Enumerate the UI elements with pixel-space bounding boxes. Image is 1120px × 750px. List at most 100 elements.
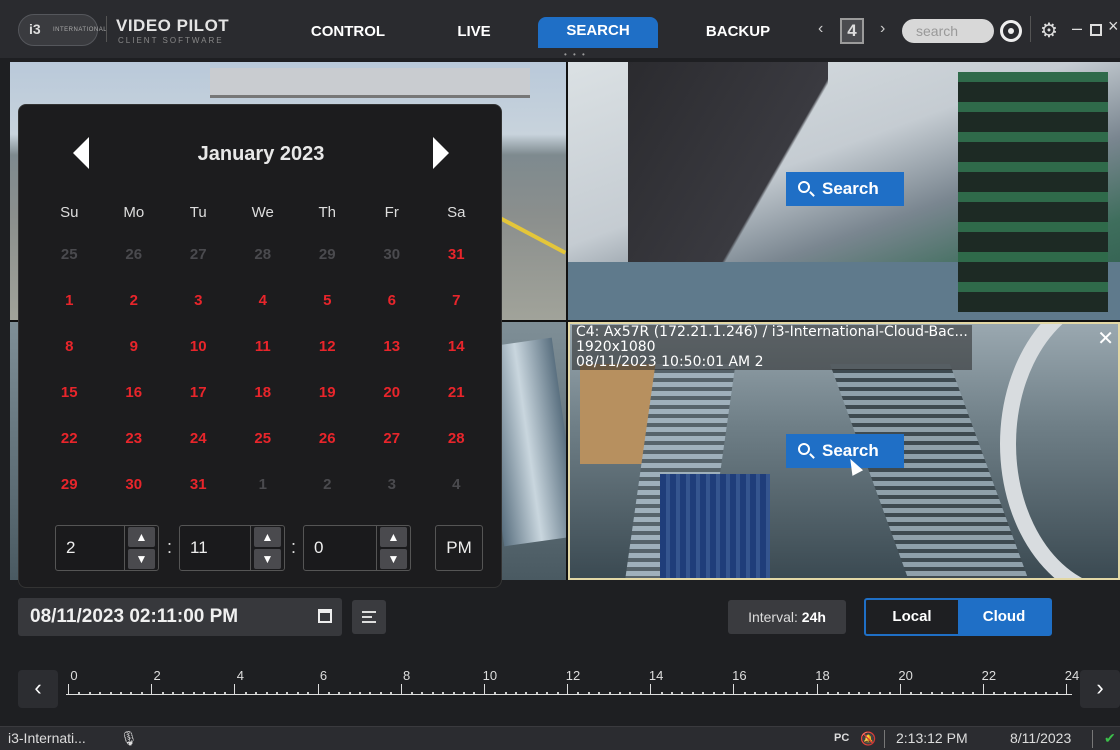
calendar-icon[interactable] <box>318 609 332 623</box>
calendar-day[interactable]: 9 <box>102 335 167 359</box>
timeline-minor-tick <box>951 692 954 694</box>
calendar-day[interactable]: 23 <box>102 427 167 451</box>
calendar-day[interactable]: 24 <box>166 427 231 451</box>
calendar-day[interactable]: 15 <box>37 381 102 405</box>
calendar-day[interactable]: 16 <box>102 381 167 405</box>
calendar-day[interactable]: 5 <box>295 289 360 313</box>
calendar-day[interactable]: 7 <box>424 289 489 313</box>
hour-value[interactable]: 2 <box>66 538 75 558</box>
hour-up-icon[interactable]: ▲ <box>128 527 155 547</box>
timeline-tick <box>816 684 818 694</box>
record-target-icon[interactable] <box>1000 20 1022 42</box>
timeline-minor-tick <box>598 692 601 694</box>
calendar-day[interactable]: 31 <box>424 243 489 267</box>
calendar-day[interactable]: 4 <box>231 289 296 313</box>
calendar-day[interactable]: 8 <box>37 335 102 359</box>
calendar-day[interactable]: 1 <box>231 473 296 497</box>
second-spinner[interactable]: 0 ▲ ▼ <box>303 525 411 571</box>
event-list-button[interactable] <box>352 600 386 634</box>
minute-value[interactable]: 11 <box>190 538 208 558</box>
hour-spinner[interactable]: 2 ▲ ▼ <box>55 525 159 571</box>
tab-live[interactable]: LIVE <box>436 18 512 46</box>
calendar-day[interactable]: 18 <box>231 381 296 405</box>
calendar-day[interactable]: 12 <box>295 335 360 359</box>
timeline-minor-tick <box>244 692 247 694</box>
timeline-axis <box>66 694 1072 695</box>
calendar-day[interactable]: 25 <box>231 427 296 451</box>
datetime-field[interactable]: 08/11/2023 02:11:00 PM <box>18 598 342 636</box>
camera-tile-2[interactable]: Search <box>568 62 1120 320</box>
tab-control[interactable]: CONTROL <box>300 18 396 46</box>
calendar-day[interactable]: 30 <box>360 243 425 267</box>
calendar-day[interactable]: 28 <box>424 427 489 451</box>
calendar-day[interactable]: 27 <box>166 243 231 267</box>
calendar-day[interactable]: 29 <box>37 473 102 497</box>
tab-search[interactable]: SEARCH <box>538 17 658 48</box>
calendar-day[interactable]: 1 <box>37 289 102 313</box>
bell-muted-icon[interactable]: 🔕 <box>860 727 876 750</box>
calendar-day[interactable]: 26 <box>295 427 360 451</box>
calendar-day[interactable]: 26 <box>102 243 167 267</box>
calendar-day[interactable]: 28 <box>231 243 296 267</box>
search-button[interactable]: Search <box>786 172 904 206</box>
app-subtitle: CLIENT SOFTWARE <box>118 36 224 45</box>
timeline-minor-tick <box>473 692 476 694</box>
timeline-tick <box>733 684 735 694</box>
camera-image-detail <box>829 364 1031 578</box>
second-up-icon[interactable]: ▲ <box>380 527 407 547</box>
calendar-day[interactable]: 13 <box>360 335 425 359</box>
minute-down-icon[interactable]: ▼ <box>254 549 281 569</box>
status-divider <box>1092 730 1093 748</box>
calendar-day[interactable]: 27 <box>360 427 425 451</box>
close-icon[interactable]: × <box>1108 16 1119 37</box>
timeline[interactable]: 0 2 4 6 8 10 12 14 16 18 20 22 24 <box>66 666 1079 706</box>
calendar-day[interactable]: 20 <box>360 381 425 405</box>
mic-muted-icon[interactable]: 🎙 <box>120 727 138 750</box>
calendar-day[interactable]: 2 <box>102 289 167 313</box>
search-input[interactable]: search <box>902 19 994 43</box>
timeline-minor-tick <box>702 692 705 694</box>
timeline-minor-tick <box>1034 692 1037 694</box>
source-local-button[interactable]: Local <box>866 600 958 634</box>
camera-info-overlay: C4: Ax57R (172.21.1.246) / i3-Internatio… <box>572 325 972 370</box>
interval-button[interactable]: Interval: 24h <box>728 600 846 634</box>
hour-down-icon[interactable]: ▼ <box>128 549 155 569</box>
gear-icon[interactable]: ⚙ <box>1040 18 1058 43</box>
tab-backup[interactable]: BACKUP <box>690 18 786 46</box>
second-down-icon[interactable]: ▼ <box>380 549 407 569</box>
source-cloud-button[interactable]: Cloud <box>958 600 1050 634</box>
minimize-icon[interactable]: – <box>1072 18 1082 39</box>
close-icon[interactable]: ✕ <box>1097 326 1114 351</box>
calendar-day[interactable]: 19 <box>295 381 360 405</box>
calendar-day[interactable]: 30 <box>102 473 167 497</box>
calendar-day[interactable]: 3 <box>166 289 231 313</box>
calendar-day[interactable]: 22 <box>37 427 102 451</box>
next-month-arrow-icon[interactable] <box>433 137 449 169</box>
layout-prev-chevron-icon[interactable]: ‹ <box>818 20 823 38</box>
calendar-day[interactable]: 4 <box>424 473 489 497</box>
calendar-day[interactable]: 31 <box>166 473 231 497</box>
timeline-minor-tick <box>795 692 798 694</box>
maximize-icon[interactable] <box>1090 24 1102 36</box>
timeline-next-chevron-icon[interactable]: › <box>1080 670 1120 708</box>
timeline-minor-tick <box>213 692 216 694</box>
calendar-day[interactable]: 6 <box>360 289 425 313</box>
calendar-day[interactable]: 17 <box>166 381 231 405</box>
camera-tile-4[interactable]: C4: Ax57R (172.21.1.246) / i3-Internatio… <box>568 322 1120 580</box>
calendar-day[interactable]: 3 <box>360 473 425 497</box>
calendar-day[interactable]: 29 <box>295 243 360 267</box>
layout-next-chevron-icon[interactable]: › <box>880 20 885 38</box>
minute-up-icon[interactable]: ▲ <box>254 527 281 547</box>
minute-spinner[interactable]: 11 ▲ ▼ <box>179 525 285 571</box>
calendar-day[interactable]: 2 <box>295 473 360 497</box>
calendar-day[interactable]: 21 <box>424 381 489 405</box>
layout-selector[interactable]: 4 <box>840 18 864 44</box>
timeline-minor-tick <box>608 692 611 694</box>
calendar-day[interactable]: 10 <box>166 335 231 359</box>
ampm-toggle[interactable]: PM <box>435 525 483 571</box>
second-value[interactable]: 0 <box>314 538 323 558</box>
calendar-day[interactable]: 11 <box>231 335 296 359</box>
calendar-day[interactable]: 14 <box>424 335 489 359</box>
timeline-prev-chevron-icon[interactable]: ‹ <box>18 670 58 708</box>
calendar-day[interactable]: 25 <box>37 243 102 267</box>
